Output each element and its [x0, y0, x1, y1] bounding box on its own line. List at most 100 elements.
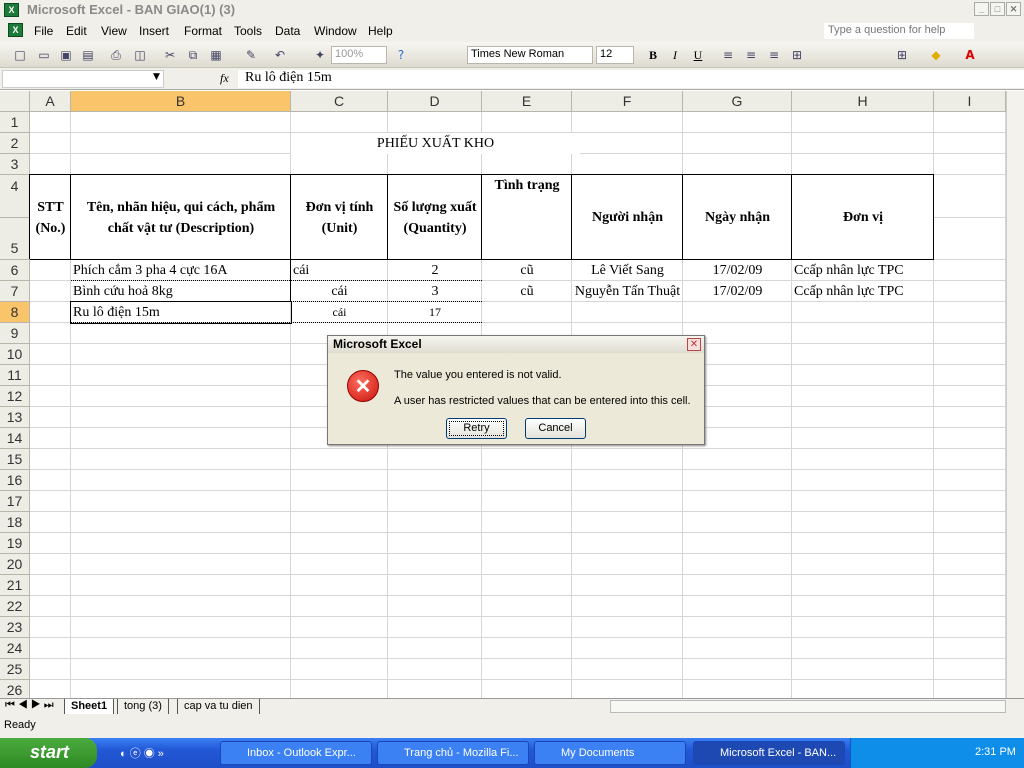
minimize-button[interactable]: _ — [974, 2, 989, 16]
tab-sheet1[interactable]: Sheet1 — [64, 699, 115, 714]
cell-date[interactable]: 17/02/09 — [683, 260, 792, 281]
column-header-b[interactable]: B — [71, 91, 291, 112]
cell-qty[interactable]: 17 — [388, 302, 482, 323]
task-excel[interactable]: Microsoft Excel - BAN... — [693, 741, 845, 765]
row-header-11[interactable]: 11 — [0, 365, 30, 386]
workbook-icon[interactable]: X — [8, 23, 23, 37]
italic-button[interactable]: I — [667, 47, 683, 63]
cell-unit[interactable]: cái — [291, 281, 388, 302]
dialog-close-button[interactable]: ✕ — [687, 338, 701, 351]
tab-tong-3[interactable]: tong (3) — [117, 699, 169, 714]
research-icon[interactable]: ✦ — [312, 47, 328, 63]
maximize-button[interactable]: □ — [990, 2, 1005, 16]
task-outlook[interactable]: Inbox - Outlook Expr... — [220, 741, 372, 765]
menu-window[interactable]: Window — [314, 24, 357, 38]
print-icon[interactable]: ⎙ — [108, 47, 124, 63]
cell-unit[interactable]: cái — [291, 260, 388, 281]
header-desc[interactable]: Tên, nhãn hiệu, qui cách, phẩm chất vật … — [71, 175, 291, 260]
new-icon[interactable]: □ — [12, 47, 28, 63]
row-header-13[interactable]: 13 — [0, 407, 30, 428]
column-header-i[interactable]: I — [934, 91, 1006, 112]
tab-nav-icons[interactable]: ⏮ ◀ ▶ ⏭ — [5, 699, 54, 712]
cell-unit[interactable]: cái — [291, 302, 388, 323]
help-search-input[interactable]: Type a question for help — [824, 23, 974, 39]
permission-icon[interactable]: ▤ — [80, 47, 96, 63]
row-header-16[interactable]: 16 — [0, 470, 30, 491]
row-header-15[interactable]: 15 — [0, 449, 30, 470]
row-header-19[interactable]: 19 — [0, 533, 30, 554]
row-header-22[interactable]: 22 — [0, 596, 30, 617]
cut-icon[interactable]: ✂ — [162, 47, 178, 63]
row-header-12[interactable]: 12 — [0, 386, 30, 407]
row-header-25[interactable]: 25 — [0, 659, 30, 680]
cell-status[interactable]: cũ — [482, 260, 572, 281]
column-header-d[interactable]: D — [388, 91, 482, 112]
start-button[interactable]: start — [0, 738, 97, 768]
row-header-3[interactable]: 3 — [0, 154, 30, 175]
row-header-24[interactable]: 24 — [0, 638, 30, 659]
copy-icon[interactable]: ⧉ — [185, 47, 201, 63]
cell-receiver[interactable]: Nguyễn Tấn Thuật — [572, 281, 683, 302]
select-all-corner[interactable] — [0, 91, 30, 112]
cell-date[interactable]: 17/02/09 — [683, 281, 792, 302]
cell-status[interactable]: cũ — [482, 281, 572, 302]
row-header-5[interactable]: 5 — [0, 218, 30, 260]
menu-tools[interactable]: Tools — [234, 24, 262, 38]
print-preview-icon[interactable]: ◫ — [132, 47, 148, 63]
quick-launch-icons[interactable]: ◐ ⓔ ◉ » — [120, 745, 164, 761]
borders-icon[interactable]: ⊞ — [894, 47, 910, 63]
column-header-h[interactable]: H — [792, 91, 934, 112]
column-header-e[interactable]: E — [482, 91, 572, 112]
merge-center-icon[interactable]: ⊞ — [789, 47, 805, 63]
row-header-4[interactable]: 4 — [0, 175, 30, 218]
horizontal-scrollbar[interactable] — [610, 700, 1006, 713]
task-my-documents[interactable]: My Documents — [534, 741, 686, 765]
fx-icon[interactable]: fx — [220, 71, 229, 86]
menu-file[interactable]: File — [34, 24, 53, 38]
column-header-f[interactable]: F — [572, 91, 683, 112]
cell-dept[interactable] — [792, 302, 934, 323]
row-header-17[interactable]: 17 — [0, 491, 30, 512]
row-header-8[interactable]: 8 — [0, 302, 30, 323]
zoom-select[interactable]: 100% — [331, 46, 387, 64]
row-header-10[interactable]: 10 — [0, 344, 30, 365]
menu-format[interactable]: Format — [184, 24, 222, 38]
save-icon[interactable]: ▣ — [58, 47, 74, 63]
row-header-7[interactable]: 7 — [0, 281, 30, 302]
menu-edit[interactable]: Edit — [66, 24, 87, 38]
formula-input[interactable]: Ru lô điện 15m — [238, 70, 1024, 88]
align-center-icon[interactable]: ≡ — [743, 47, 759, 63]
row-header-18[interactable]: 18 — [0, 512, 30, 533]
underline-button[interactable]: U — [690, 47, 706, 63]
row-header-6[interactable]: 6 — [0, 260, 30, 281]
retry-button[interactable]: Retry — [446, 418, 507, 439]
row-header-21[interactable]: 21 — [0, 575, 30, 596]
task-firefox[interactable]: Trang chủ - Mozilla Fi... — [377, 741, 529, 765]
header-unit[interactable]: Đơn vị tính (Unit) — [291, 175, 388, 260]
cell-date[interactable] — [683, 302, 792, 323]
cell-qty[interactable]: 3 — [388, 281, 482, 302]
row-header-9[interactable]: 9 — [0, 323, 30, 344]
menu-insert[interactable]: Insert — [139, 24, 169, 38]
header-status[interactable]: Tình trạng — [482, 175, 572, 260]
cell-status[interactable] — [482, 302, 572, 323]
header-stt[interactable]: STT (No.) — [30, 175, 71, 260]
header-date[interactable]: Ngày nhận — [683, 175, 792, 260]
font-color-icon[interactable]: A — [962, 47, 978, 63]
cell-qty[interactable]: 2 — [388, 260, 482, 281]
row-header-14[interactable]: 14 — [0, 428, 30, 449]
header-qty[interactable]: Số lượng xuất (Quantity) — [388, 175, 482, 260]
tab-cap-va-tu-dien[interactable]: cap va tu dien — [177, 699, 260, 714]
name-box-dropdown-icon[interactable]: ▼ — [153, 72, 160, 82]
column-header-c[interactable]: C — [291, 91, 388, 112]
row-header-26[interactable]: 26 — [0, 680, 30, 698]
column-header-g[interactable]: G — [683, 91, 792, 112]
font-size-select[interactable]: 12 — [596, 46, 634, 64]
bold-button[interactable]: B — [645, 47, 661, 63]
cell-receiver[interactable] — [572, 302, 683, 323]
paste-icon[interactable]: ▦ — [208, 47, 224, 63]
header-receiver[interactable]: Người nhận — [572, 175, 683, 260]
cancel-button[interactable]: Cancel — [525, 418, 586, 439]
row-header-23[interactable]: 23 — [0, 617, 30, 638]
cell-receiver[interactable]: Lê Viết Sang — [572, 260, 683, 281]
